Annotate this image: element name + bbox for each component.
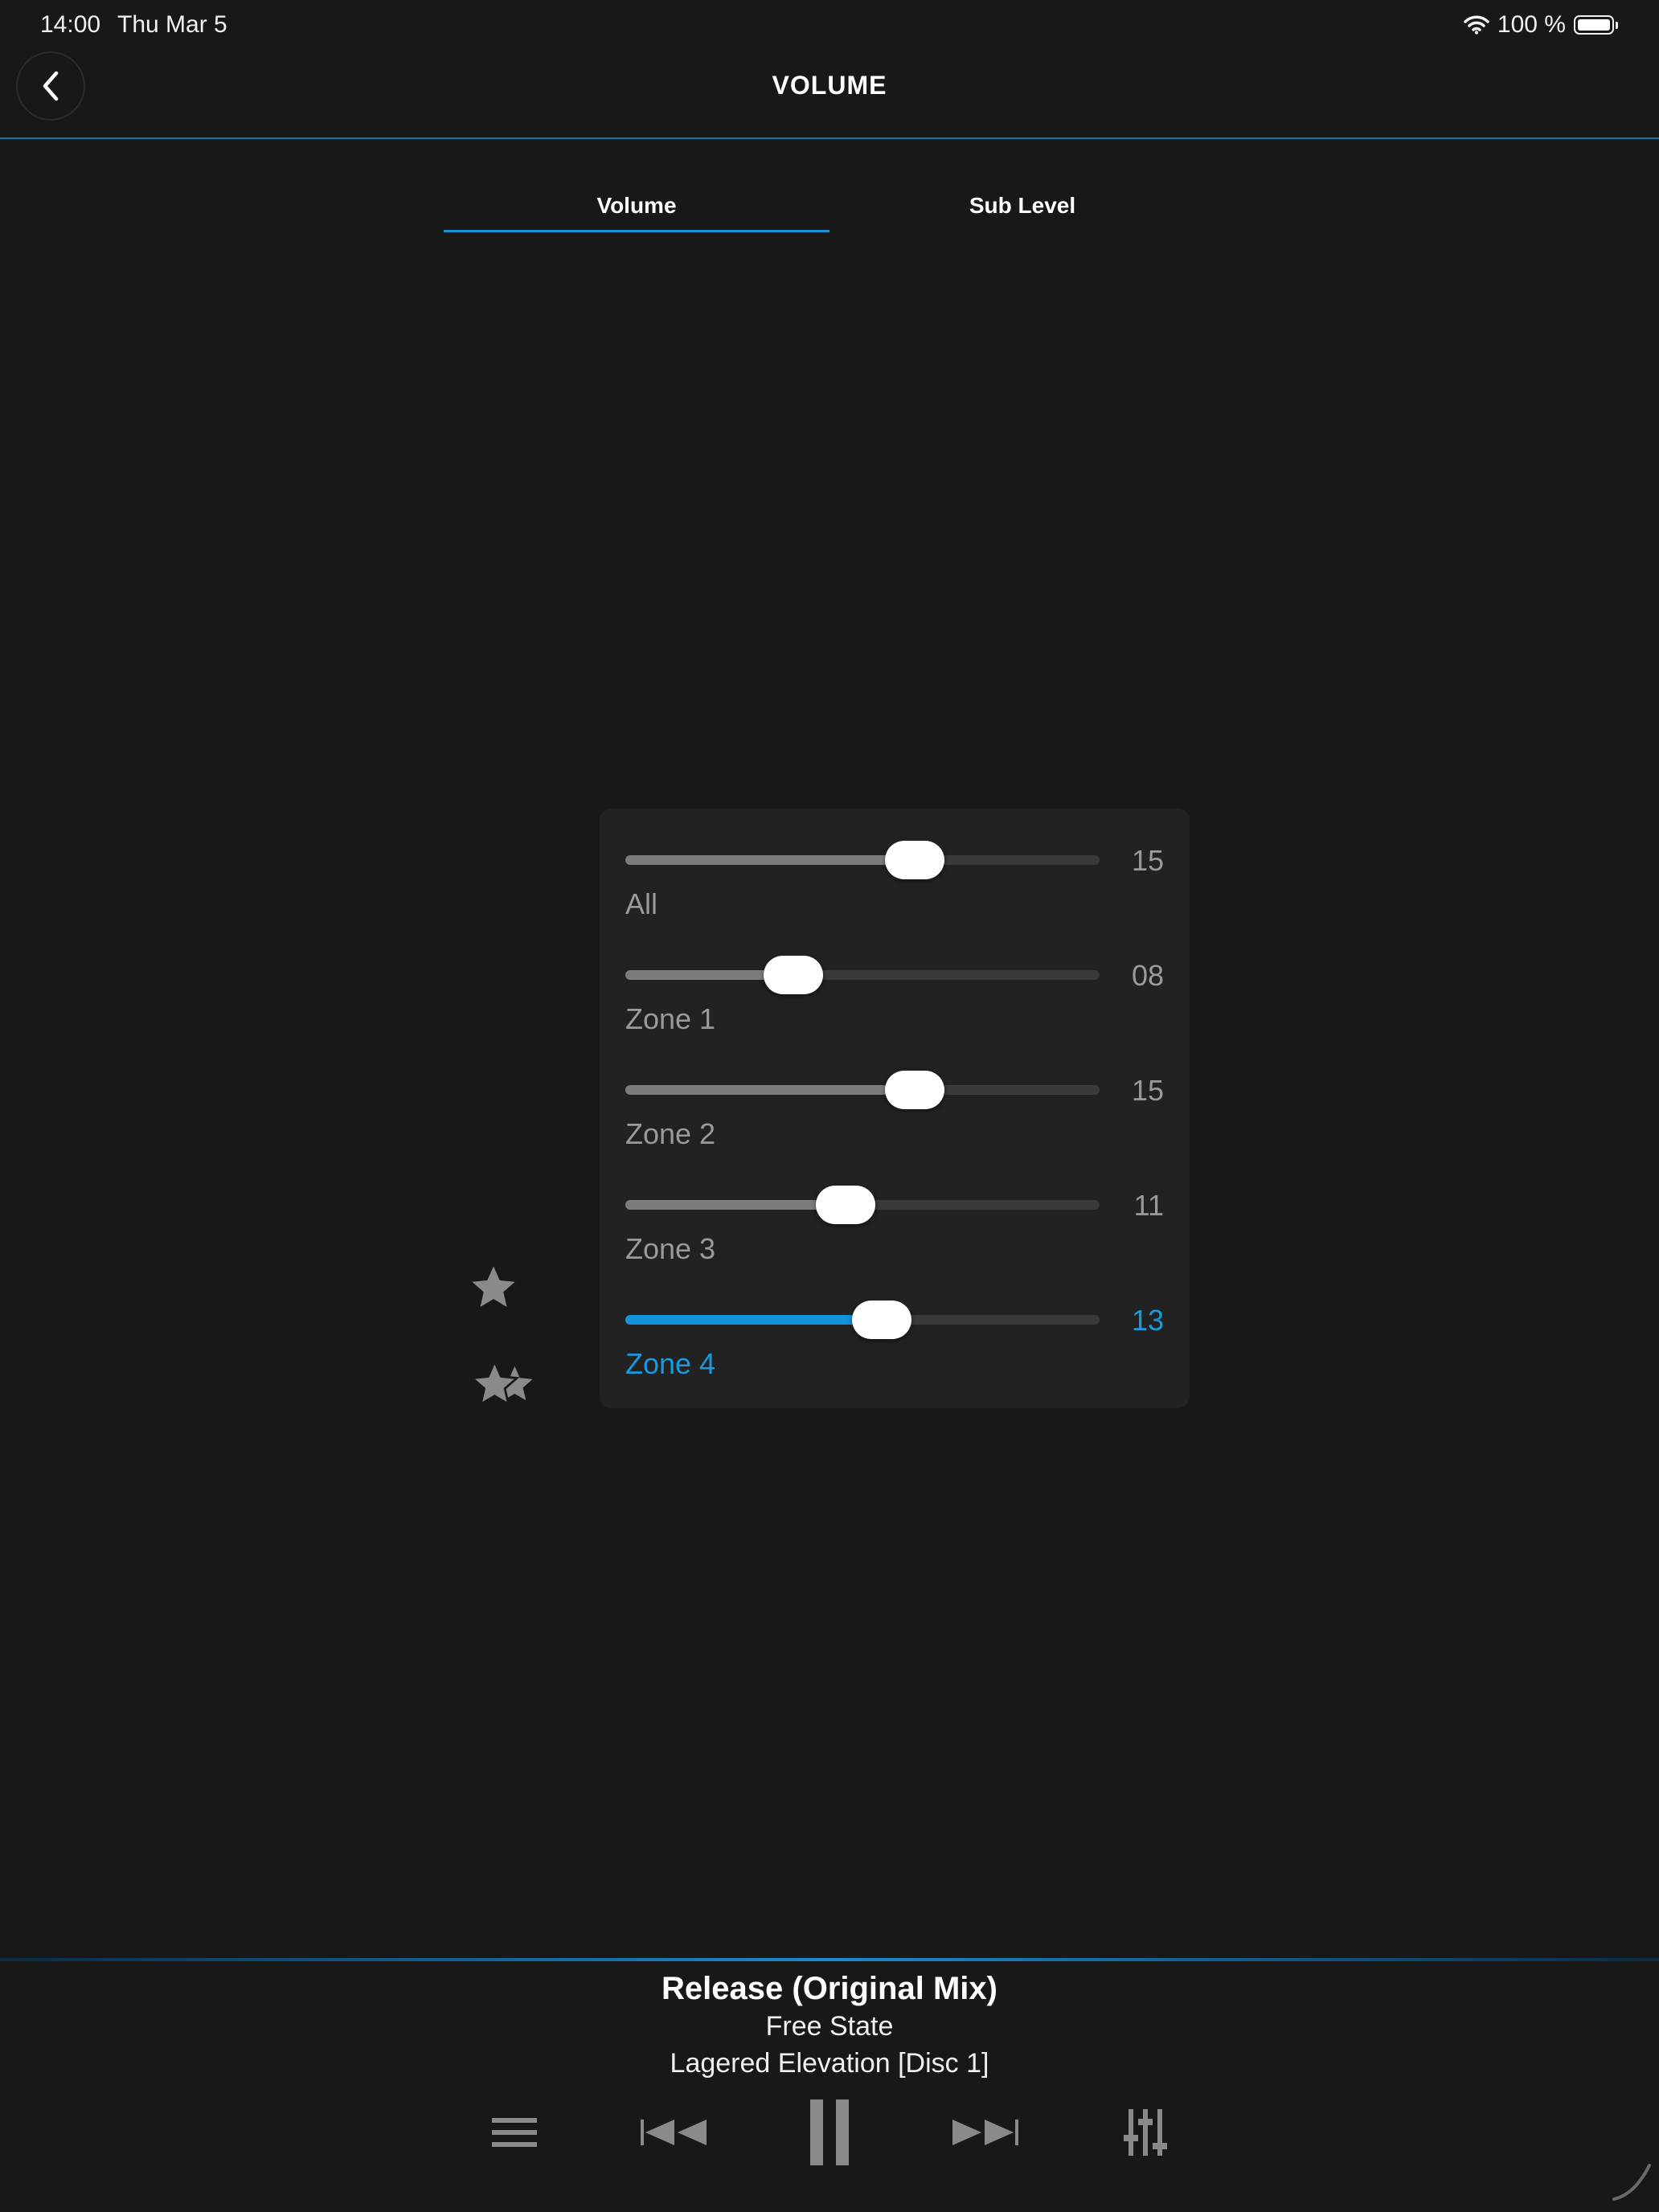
track-album: Lagered Elevation [Disc 1] — [670, 2048, 989, 2079]
slider-track[interactable] — [625, 956, 1100, 994]
battery-percentage: 100 % — [1497, 11, 1566, 38]
star-icon — [472, 1266, 515, 1307]
wifi-icon — [1464, 15, 1489, 35]
equalizer-icon — [1124, 2109, 1167, 2156]
slider-fill — [625, 1315, 882, 1325]
favorite-multi-button[interactable] — [468, 1357, 548, 1415]
previous-track-icon — [641, 2120, 707, 2145]
slider-fill — [625, 1085, 915, 1095]
volume-label: Zone 2 — [625, 1117, 716, 1150]
volume-value: 15 — [1131, 844, 1164, 877]
slider-fill — [625, 855, 915, 865]
volume-value: 11 — [1133, 1189, 1164, 1222]
double-star-icon — [469, 1358, 533, 1407]
selected-tab-indicator — [444, 230, 830, 232]
track-title[interactable]: Release (Original Mix) — [0, 1971, 1659, 2007]
slider-knob[interactable] — [764, 956, 824, 994]
next-track-icon — [952, 2120, 1018, 2145]
slider-knob[interactable] — [816, 1186, 876, 1224]
favorite-button[interactable] — [468, 1262, 519, 1317]
volume-label: Zone 3 — [625, 1232, 716, 1265]
queue-button[interactable] — [482, 2096, 547, 2169]
slider-track[interactable] — [625, 1186, 1100, 1224]
page-title: VOLUME — [772, 71, 887, 100]
volume-label: All — [625, 887, 658, 920]
volume-label: Zone 1 — [625, 1002, 716, 1035]
volume-value: 08 — [1131, 959, 1164, 992]
tab-sub-level[interactable]: Sub Level — [830, 193, 1215, 219]
volume-row-zone-1: 08 Zone 1 — [625, 924, 1164, 1035]
slider-knob[interactable] — [851, 1301, 911, 1339]
slider-track[interactable] — [625, 1071, 1100, 1109]
queue-list-icon — [492, 2118, 537, 2147]
battery-icon — [1574, 15, 1618, 35]
header-divider — [0, 137, 1659, 139]
slider-knob[interactable] — [884, 841, 944, 879]
volume-row-zone-3: 11 Zone 3 — [625, 1153, 1164, 1265]
status-indicators: 100 % — [1464, 11, 1618, 39]
volume-row-all: 15 All — [625, 809, 1164, 920]
previous-button[interactable] — [635, 2096, 712, 2169]
slider-fill — [625, 1200, 846, 1210]
volume-row-zone-2: 15 Zone 2 — [625, 1038, 1164, 1150]
slider-track[interactable] — [625, 1301, 1100, 1339]
status-date: Thu Mar 5 — [117, 11, 227, 38]
volume-row-zone-4: 13 Zone 4 — [625, 1268, 1164, 1380]
next-button[interactable] — [947, 2096, 1024, 2169]
slider-knob[interactable] — [884, 1071, 944, 1109]
volume-label: Zone 4 — [625, 1347, 716, 1380]
equalizer-button[interactable] — [1109, 2096, 1182, 2169]
track-artist: Free State — [765, 2011, 894, 2042]
tab-volume[interactable]: Volume — [444, 193, 830, 219]
resize-corner-icon — [1612, 2164, 1651, 2201]
slider-track[interactable] — [625, 841, 1100, 879]
volume-value: 13 — [1131, 1304, 1164, 1337]
status-time: 14:00 — [40, 11, 101, 38]
pause-button[interactable] — [796, 2096, 863, 2169]
pause-icon — [810, 2099, 849, 2165]
volume-panel: 15 All 08 Zone 1 15 Zone 2 11 Zone 3 13 … — [600, 809, 1190, 1408]
volume-value: 15 — [1131, 1074, 1164, 1107]
